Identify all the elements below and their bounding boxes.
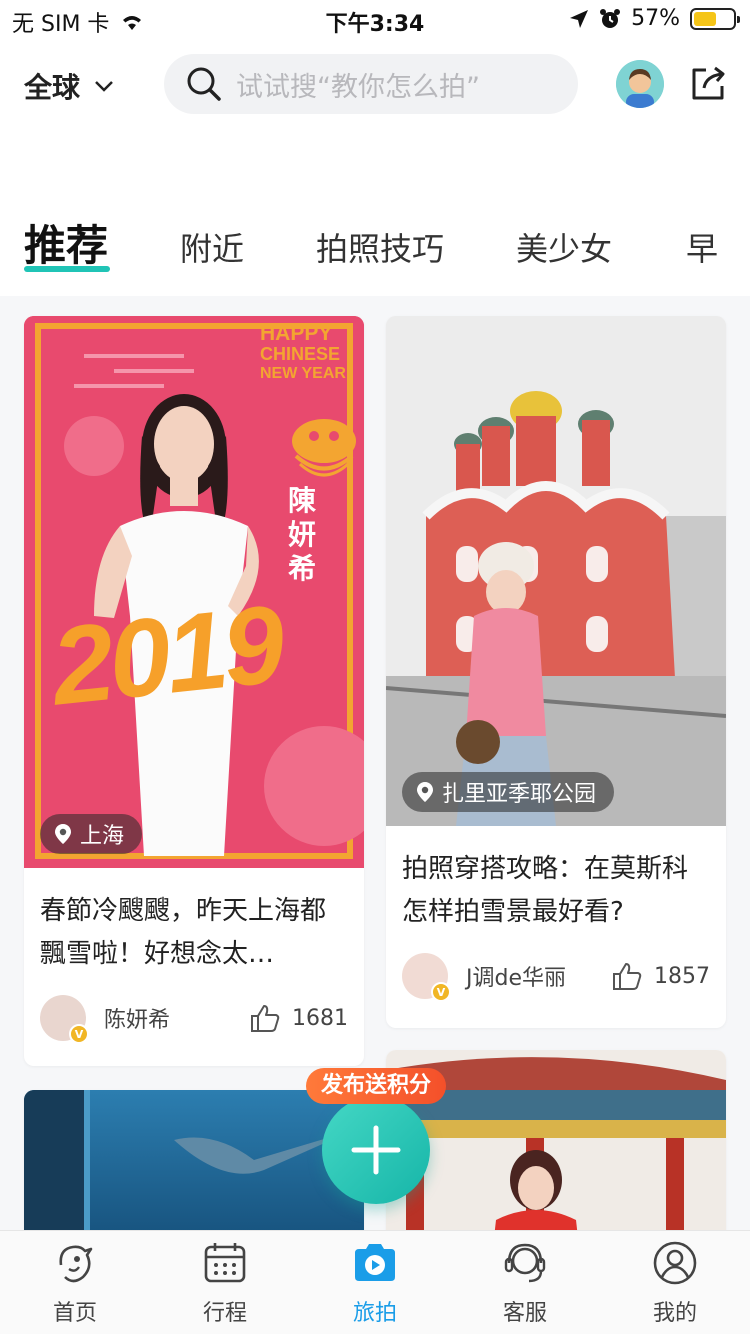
nav-profile[interactable]: 我的 (600, 1239, 750, 1327)
battery-fill (694, 11, 716, 26)
publish-promo-label[interactable]: 发布送积分 (306, 1068, 446, 1104)
bottom-nav: 首页 行程 旅拍 客服 我的 (0, 1230, 750, 1334)
nav-label: 客服 (502, 1301, 547, 1326)
nav-label: 旅拍 (352, 1301, 397, 1326)
tab-nearby[interactable]: 附近 (180, 224, 244, 270)
nav-home[interactable]: 首页 (0, 1239, 150, 1327)
feed-card[interactable]: HAPPY CHINESE NEW YEAR 陳妍希 2019 上海 春節冷颼颼… (24, 316, 364, 1066)
status-bar: 无 SIM 卡 下午3:34 57% (0, 0, 750, 40)
tab-active-indicator (24, 266, 110, 272)
like-button[interactable]: 1681 (250, 1004, 348, 1032)
card-image: HAPPY CHINESE NEW YEAR 陳妍希 2019 上海 (24, 316, 364, 868)
nav-itinerary[interactable]: 行程 (150, 1239, 300, 1327)
poster-year: 2019 (46, 582, 287, 729)
poster-line1: HAPPY (260, 322, 333, 345)
thumbs-up-icon (251, 1005, 280, 1032)
nav-label: 行程 (202, 1301, 247, 1326)
card-title: 拍照穿搭攻略：在莫斯科怎样拍雪景最好看? (402, 854, 689, 927)
moscow-church-photo (386, 316, 726, 826)
location-badge: 上海 (40, 814, 143, 854)
nav-travel-photo[interactable]: 旅拍 (300, 1239, 450, 1327)
feed-card[interactable]: 扎里亚季耶公园 拍照穿搭攻略：在莫斯科怎样拍雪景最好看? V J调de华丽 18… (386, 316, 726, 1028)
card-author: V 陈妍希 1681 (40, 994, 348, 1044)
location-pin-icon (417, 782, 433, 802)
tab-beauty[interactable]: 美少女 (516, 224, 612, 270)
card-title: 春節冷颼颼，昨天上海都飄雪啦！好想念太… (40, 896, 327, 969)
user-avatar[interactable] (616, 60, 664, 108)
poster-happy-text: HAPPY CHINESE NEW YEAR (260, 322, 346, 384)
headset-icon (504, 1243, 546, 1283)
nav-label: 首页 (52, 1301, 97, 1326)
thumbs-up-icon (613, 963, 642, 990)
share-icon[interactable] (688, 64, 728, 104)
author-avatar[interactable]: V (402, 953, 451, 1002)
like-count: 1857 (654, 963, 710, 989)
location-arrow-icon (570, 9, 589, 28)
tab-more[interactable]: 早 (686, 224, 718, 270)
card-image: 扎里亚季耶公园 (386, 316, 726, 826)
top-bar: 全球 试试搜“教你怎么拍” (0, 50, 750, 120)
category-tabs: 推荐 附近 拍照技巧 美少女 早 (0, 210, 750, 280)
poster-line2: CHINESE (260, 344, 341, 364)
poster-name: 陳妍希 (288, 484, 317, 585)
nav-customer-service[interactable]: 客服 (450, 1239, 600, 1327)
chevron-down-icon (95, 81, 113, 92)
location-pin-icon (55, 824, 71, 844)
verified-badge: V (69, 1024, 89, 1044)
alarm-icon (600, 8, 621, 28)
calendar-icon (204, 1243, 246, 1283)
location-text: 扎里亚季耶公园 (442, 782, 597, 807)
location-badge: 扎里亚季耶公园 (402, 772, 615, 812)
camera-icon (355, 1244, 395, 1281)
search-input[interactable]: 试试搜“教你怎么拍” (164, 54, 578, 114)
nav-label: 我的 (652, 1301, 697, 1326)
search-icon (187, 67, 221, 101)
user-icon (653, 1241, 697, 1285)
battery-percent: 57% (631, 6, 680, 31)
author-avatar[interactable]: V (40, 995, 89, 1044)
region-selector[interactable]: 全球 (24, 66, 114, 106)
like-count: 1681 (292, 1005, 348, 1031)
status-right: 57% (569, 6, 740, 31)
location-text: 上海 (80, 824, 125, 849)
verified-badge: V (431, 982, 451, 1002)
author-name: J调de华丽 (466, 966, 566, 991)
plus-icon (351, 1125, 401, 1175)
search-placeholder: 试试搜“教你怎么拍” (236, 71, 480, 103)
poster-line3: NEW YEAR (260, 365, 346, 382)
avatar-illustration-icon (616, 60, 664, 108)
author-name: 陈妍希 (104, 1008, 171, 1033)
like-button[interactable]: 1857 (612, 962, 710, 990)
tab-photo-tips[interactable]: 拍照技巧 (316, 224, 444, 270)
card-author: V J调de华丽 1857 (402, 952, 710, 1002)
battery-icon (690, 7, 740, 30)
region-label: 全球 (24, 71, 81, 104)
publish-button[interactable] (322, 1096, 430, 1204)
home-icon (59, 1245, 93, 1283)
tab-recommend[interactable]: 推荐 (24, 212, 108, 273)
